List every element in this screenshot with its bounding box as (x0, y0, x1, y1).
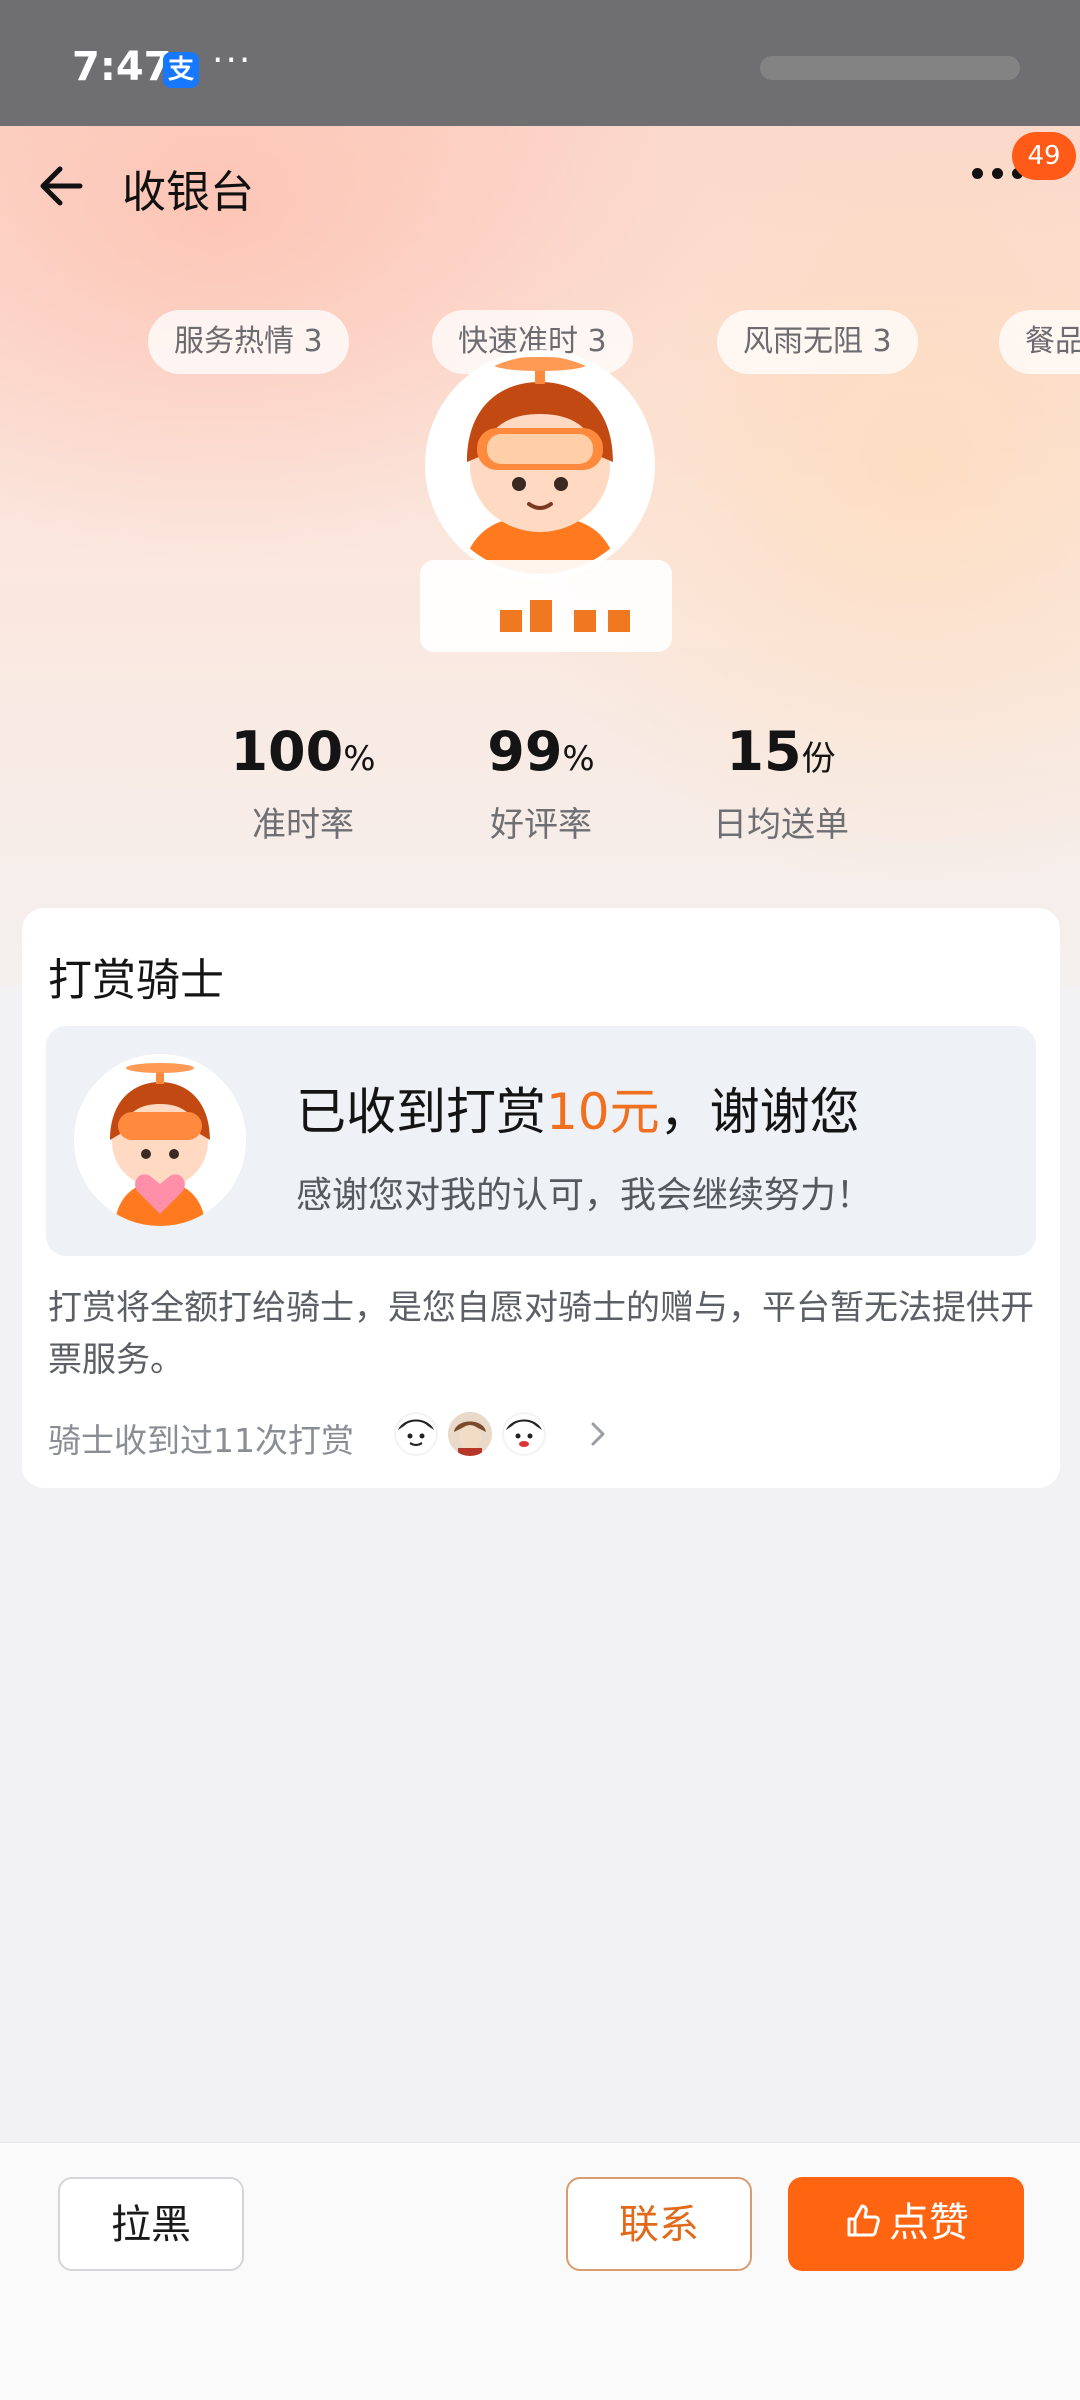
tip-received-text: 已收到打赏10元，谢谢您 (296, 1072, 860, 1144)
tag-service: 服务热情 3 (148, 310, 349, 374)
back-arrow-icon[interactable] (30, 152, 98, 220)
tip-count-text: 骑士收到过11次打赏 (48, 1421, 354, 1460)
tipper-avatar (446, 1410, 494, 1458)
tag-overflow-clip: 餐品 (999, 310, 1080, 374)
status-more-icon: ··· (212, 40, 253, 81)
tip-thanks-text: 感谢您对我的认可，我会继续努力！ (296, 1175, 873, 1216)
stat-unit: % (343, 739, 376, 779)
stat-value: 99 (487, 720, 563, 783)
status-time: 7:47 (72, 44, 172, 90)
tag-weather: 风雨无阻 3 (717, 310, 918, 374)
navbar: 收银台 49 (0, 126, 1080, 246)
stat-on-time: 100% 准时率 (183, 720, 423, 846)
bottom-action-bar: 拉黑 联系 点赞 (0, 2142, 1080, 2400)
rider-heart-avatar (74, 1054, 246, 1226)
rider-name-pixel (500, 610, 522, 632)
stat-value: 15 (726, 720, 802, 783)
tip-card-title: 打赏骑士 (48, 955, 224, 1006)
page-title: 收银台 (122, 167, 254, 218)
tip-received-box: 已收到打赏10元，谢谢您 感谢您对我的认可，我会继续努力！ (46, 1026, 1036, 1256)
status-right-blurred (760, 56, 1020, 80)
tip-amount: 10元 (546, 1083, 660, 1141)
tip-main-prefix: 已收到打赏 (296, 1083, 546, 1141)
stat-unit: % (562, 739, 595, 779)
tip-count-row[interactable]: 骑士收到过11次打赏 (48, 1410, 1038, 1460)
stat-rating: 99% 好评率 (421, 720, 661, 846)
tipper-avatar (500, 1410, 548, 1458)
rider-name-pixel (574, 610, 596, 632)
thumbs-up-icon (847, 2204, 880, 2237)
rider-stats: 100% 准时率 99% 好评率 15份 日均送单 (0, 720, 1080, 850)
tip-main-suffix: ，谢谢您 (659, 1083, 860, 1141)
rider-name-pixel (608, 610, 630, 632)
status-bar: 7:47 支 ··· (0, 0, 1080, 126)
block-button[interactable]: 拉黑 (58, 2177, 244, 2271)
stat-label: 日均送单 (713, 805, 849, 845)
tip-notice: 打赏将全额打给骑士，是您自愿对骑士的赠与，平台暂无法提供开票服务。 (48, 1288, 1034, 1380)
tag-food: 餐品 (999, 310, 1080, 374)
tip-card: 打赏骑士 已收到打赏10元，谢谢您 感谢您对我的认可，我会继续努力！ 打赏将全额… (22, 908, 1060, 1488)
notification-badge: 49 (1012, 132, 1076, 180)
stat-daily-orders: 15份 日均送单 (661, 720, 901, 846)
stat-value: 100 (230, 720, 344, 783)
chevron-right-icon (578, 1412, 618, 1456)
rider-avatar (425, 350, 655, 580)
like-label: 点赞 (889, 2200, 969, 2246)
contact-button[interactable]: 联系 (566, 2177, 752, 2271)
stat-label: 准时率 (252, 805, 354, 845)
like-button[interactable]: 点赞 (788, 2177, 1024, 2271)
rider-name-pixel (530, 600, 552, 632)
stat-label: 好评率 (490, 805, 592, 845)
stat-unit: 份 (801, 739, 836, 779)
tipper-avatar (392, 1410, 440, 1458)
alipay-icon: 支 (163, 52, 199, 88)
